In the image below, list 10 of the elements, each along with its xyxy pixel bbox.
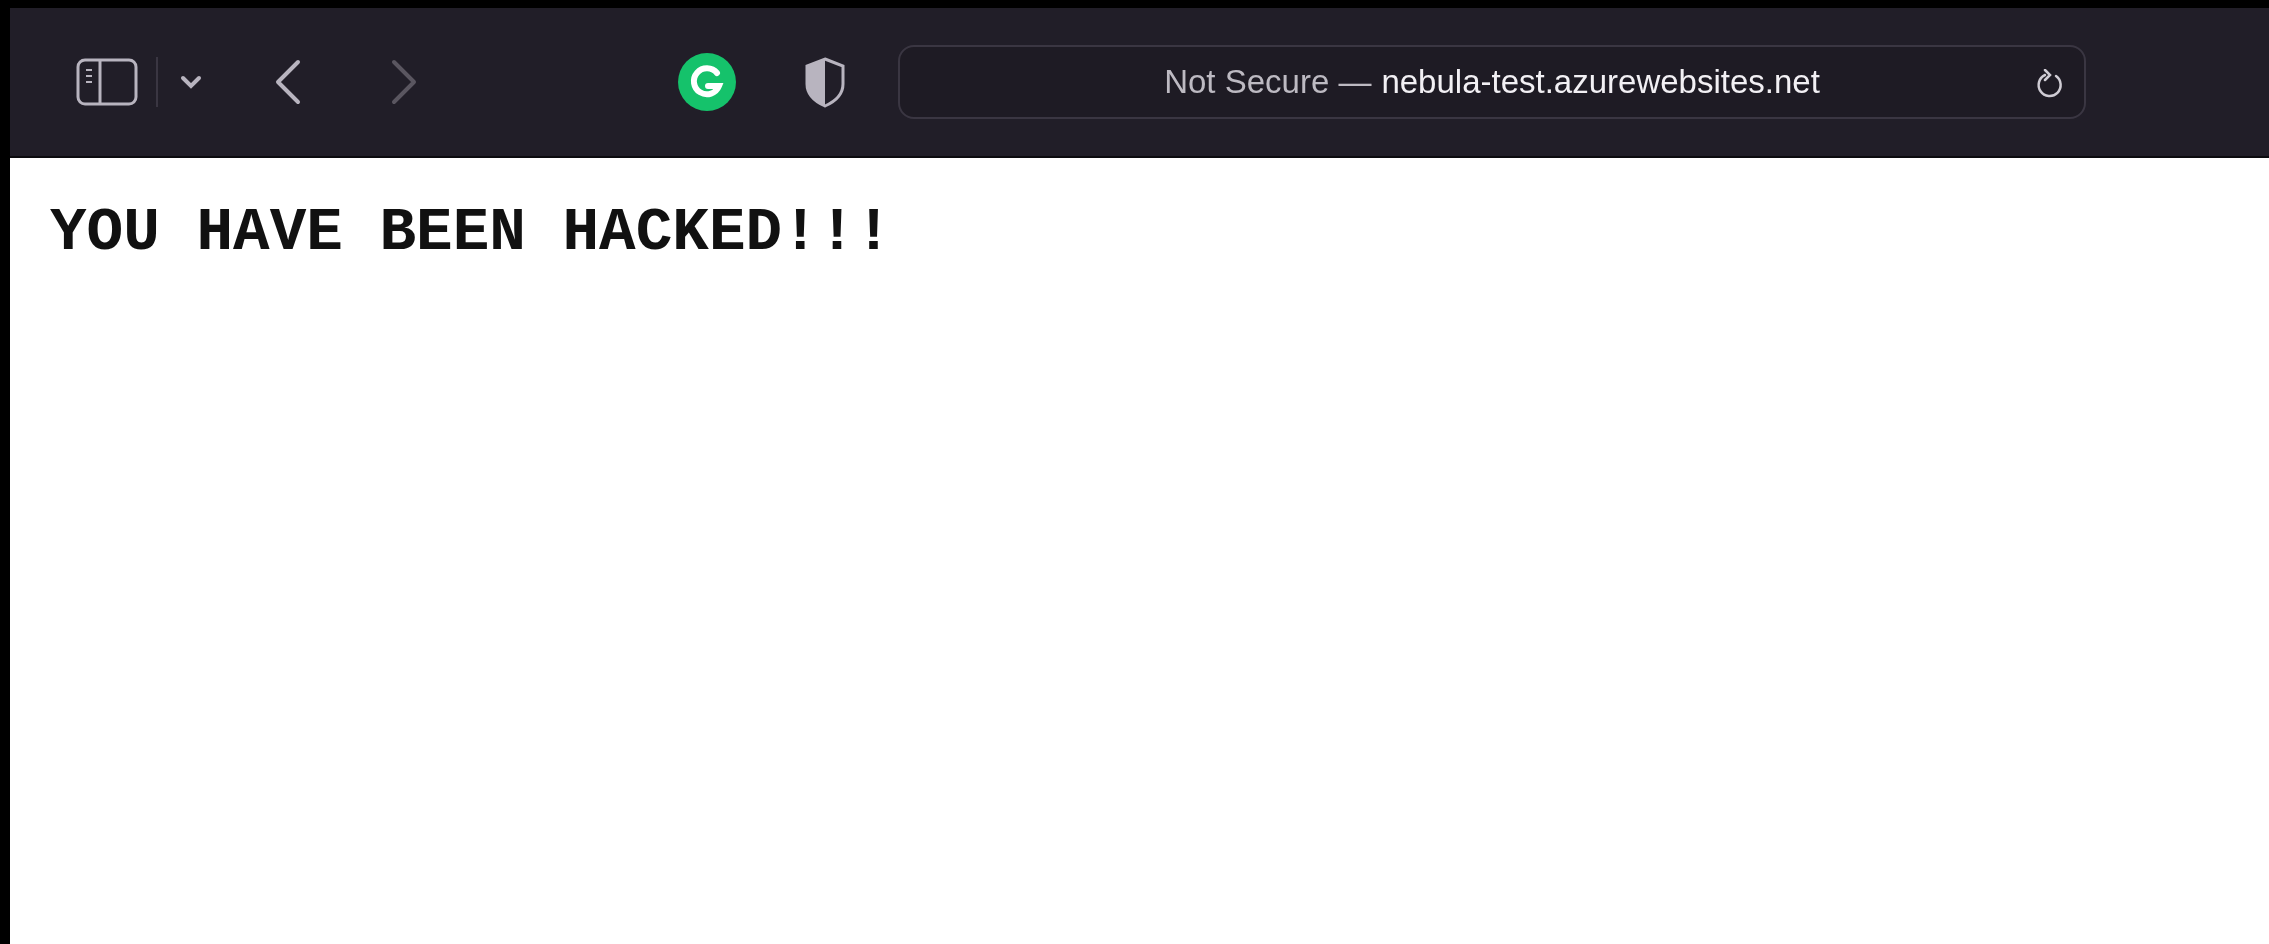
security-label: Not Secure — xyxy=(1164,63,1372,101)
shield-icon[interactable] xyxy=(804,56,846,108)
sidebar-icon[interactable] xyxy=(76,58,138,106)
back-icon[interactable] xyxy=(274,59,302,105)
page-heading: YOU HAVE BEEN HACKED!!! xyxy=(50,198,892,267)
address-bar[interactable]: Not Secure — nebula-test.azurewebsites.net xyxy=(898,45,2086,119)
reload-icon[interactable] xyxy=(2036,69,2064,99)
page-url: nebula-test.azurewebsites.net xyxy=(1381,63,1820,101)
extension-icon[interactable] xyxy=(678,53,736,111)
chevron-down-icon[interactable] xyxy=(180,75,202,89)
